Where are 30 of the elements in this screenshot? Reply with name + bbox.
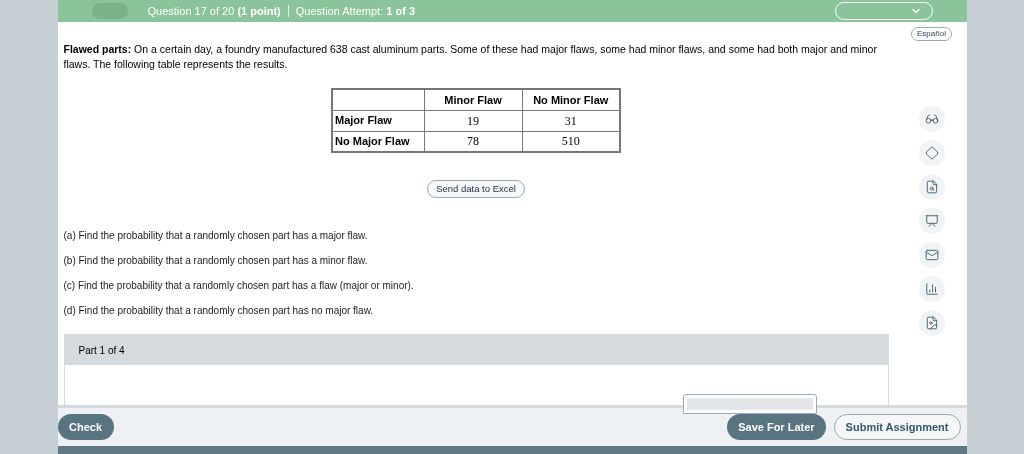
board-icon bbox=[924, 214, 939, 228]
tool-button[interactable] bbox=[918, 106, 945, 132]
tool-button[interactable] bbox=[918, 276, 945, 302]
question-counter: Question 17 of 20 (1 point) bbox=[147, 3, 281, 19]
problem-text: Flawed parts: On a certain day, a foundry manufactured 638 cast aluminum parts. Some of these had major flaws, some had minor flaws, and some had both major and minor flaws. The following table represents the results. bbox=[63, 42, 878, 72]
part-label: Part 1 of 4 bbox=[78, 343, 125, 358]
tool-button[interactable] bbox=[918, 140, 945, 166]
save-for-later-button[interactable]: Save For Later bbox=[727, 414, 826, 440]
row-header: Major Flaw bbox=[332, 110, 424, 131]
table-cell: 19 bbox=[424, 110, 522, 131]
question-text: (c) Find the probability that a randomly chosen part has a flaw (major or minor). bbox=[63, 279, 415, 293]
column-header: Minor Flaw bbox=[424, 89, 522, 110]
tool-button[interactable] bbox=[918, 208, 945, 234]
submit-assignment-button[interactable]: Submit Assignment bbox=[833, 414, 961, 440]
question-text: (d) Find the probability that a randomly chosen part has no major flaw. bbox=[63, 304, 375, 318]
tool-button[interactable] bbox=[918, 174, 945, 200]
glasses-icon bbox=[924, 112, 939, 126]
diamond-icon bbox=[924, 146, 939, 160]
tool-button[interactable] bbox=[918, 310, 945, 336]
document-icon bbox=[924, 180, 939, 194]
attempt-counter: Question Attempt: 1 of 3 bbox=[295, 3, 416, 19]
bar-chart-icon bbox=[924, 282, 939, 296]
question-text: (b) Find the probability that a randomly chosen part has a minor flaw. bbox=[63, 254, 369, 268]
question-text: (a) Find the probability that a randomly chosen part has a major flaw. bbox=[63, 229, 369, 243]
send-to-excel-button[interactable]: Send data to Excel bbox=[427, 180, 525, 198]
tool-button[interactable] bbox=[918, 242, 945, 268]
check-button[interactable]: Check bbox=[57, 414, 114, 440]
report-icon bbox=[924, 316, 939, 330]
mail-icon bbox=[924, 248, 939, 262]
row-header: No Major Flaw bbox=[332, 131, 424, 152]
